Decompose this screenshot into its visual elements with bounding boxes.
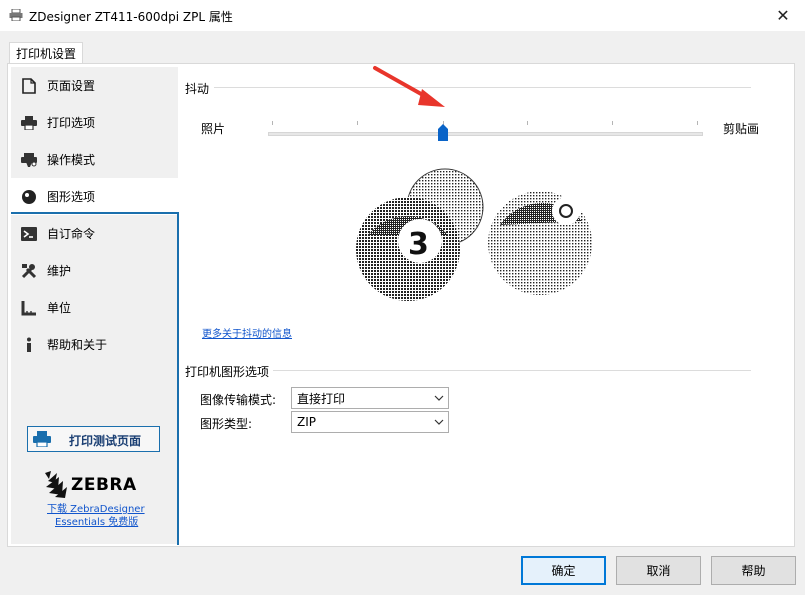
dithering-preview-image: 3 [356, 168, 592, 301]
zebra-logo-text: ZEBRA [71, 475, 137, 495]
sidebar-item-label: 打印选项 [47, 116, 96, 130]
sidebar-item-label: 维护 [47, 264, 72, 278]
transfer-mode-value: 直接打印 [297, 391, 346, 406]
slider-right-label: 剪贴画 [723, 122, 760, 136]
cancel-button[interactable]: 取消 [616, 556, 701, 585]
section-divider [214, 87, 751, 88]
window-title: ZDesigner ZT411-600dpi ZPL 属性 [29, 10, 233, 24]
sidebar-item-help-about[interactable]: 帮助和关于 [11, 326, 178, 363]
chevron-down-icon [434, 419, 444, 425]
sidebar-item-label: 图形选项 [47, 190, 96, 204]
printer-icon [33, 431, 51, 447]
close-icon: ✕ [776, 6, 790, 25]
sidebar-item-label: 操作模式 [47, 153, 96, 167]
title-bar: ZDesigner ZT411-600dpi ZPL 属性 ✕ [0, 0, 805, 31]
sidebar-item-print-options[interactable]: 打印选项 [11, 104, 178, 141]
sidebar-item-label: 帮助和关于 [47, 338, 108, 352]
sidebar-item-label: 页面设置 [47, 79, 96, 93]
sidebar-item-operation-mode[interactable]: 操作模式 [11, 141, 178, 178]
operation-mode-icon [20, 151, 38, 169]
tools-icon [20, 262, 38, 280]
zebra-logo: ZEBRA [43, 469, 137, 499]
slider-tick [697, 121, 698, 125]
transfer-mode-label: 图像传输模式: [200, 393, 277, 407]
more-dithering-info-link[interactable]: 更多关于抖动的信息 [202, 325, 292, 340]
sidebar-divider [11, 212, 179, 214]
graphic-type-select[interactable]: ZIP [291, 411, 449, 433]
download-link[interactable]: Essentials 免费版 [55, 513, 138, 528]
sidebar-item-maintenance[interactable]: 维护 [11, 252, 178, 289]
transfer-mode-select[interactable]: 直接打印 [291, 387, 449, 409]
slider-tick [612, 121, 613, 125]
sidebar-item-page-setup[interactable]: 页面设置 [11, 67, 178, 104]
info-icon [20, 336, 38, 354]
svg-text:3: 3 [408, 227, 429, 262]
zebra-head-icon [45, 471, 67, 498]
graphic-type-value: ZIP [297, 415, 316, 429]
graphics-options-section-title: 打印机图形选项 [185, 365, 270, 379]
sidebar-item-graphics-options[interactable]: 图形选项 [11, 178, 179, 215]
printer-icon [20, 114, 38, 132]
sidebar-item-custom-commands[interactable]: 自订命令 [11, 215, 178, 252]
dithering-section-title: 抖动 [185, 82, 210, 96]
slider-left-label: 照片 [201, 122, 226, 136]
close-button[interactable]: ✕ [761, 0, 805, 31]
graphic-type-label: 图形类型: [200, 417, 253, 431]
slider-tick [272, 121, 273, 125]
slider-thumb[interactable] [438, 124, 448, 141]
printer-icon [9, 9, 23, 21]
print-test-page-button[interactable]: 打印测试页面 [27, 426, 160, 452]
help-button[interactable]: 帮助 [711, 556, 796, 585]
section-divider [273, 370, 751, 371]
command-prompt-icon [20, 225, 38, 243]
sidebar-item-units[interactable]: 单位 [11, 289, 178, 326]
red-arrow-icon [373, 66, 445, 107]
ruler-icon [20, 299, 38, 317]
sidebar-divider [177, 212, 179, 545]
sidebar-item-label: 自订命令 [47, 227, 96, 241]
sidebar-item-label: 单位 [47, 301, 72, 315]
slider-track[interactable] [268, 132, 703, 136]
page-setup-icon [20, 77, 38, 95]
ok-button[interactable]: 确定 [521, 556, 606, 585]
slider-tick [527, 121, 528, 125]
chevron-down-icon [434, 395, 444, 401]
graphics-icon [20, 188, 38, 206]
slider-tick [357, 121, 358, 125]
tab-printer-settings[interactable]: 打印机设置 [9, 42, 83, 64]
print-test-page-label: 打印测试页面 [69, 434, 142, 448]
